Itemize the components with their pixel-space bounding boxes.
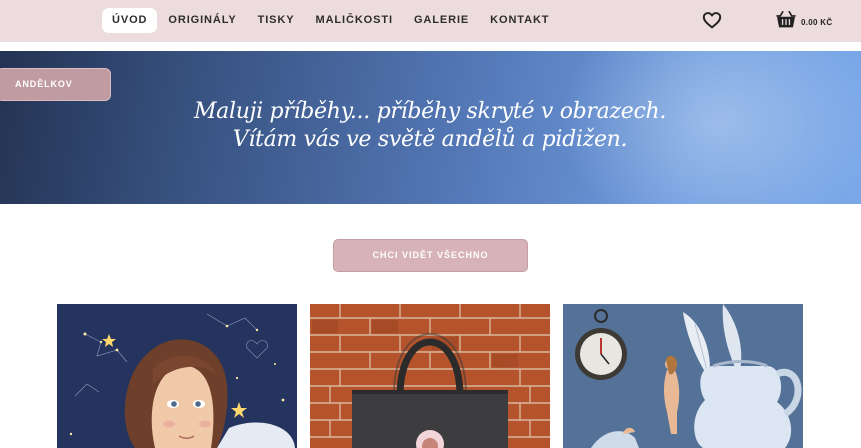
cart-button[interactable]: 0.00 KČ	[776, 11, 832, 34]
nav-item-originaly[interactable]: ORIGINÁLY	[158, 8, 246, 33]
header-spacer	[0, 42, 861, 51]
product-card-still-life-painting[interactable]	[563, 304, 803, 448]
basket-icon	[776, 11, 796, 34]
angel-painting-image	[57, 304, 297, 448]
nav-item-tisky[interactable]: TISKY	[248, 8, 305, 33]
tote-bag-image	[310, 304, 550, 448]
product-card-tote-bag[interactable]	[310, 304, 550, 448]
show-all-button[interactable]: CHCI VIDĚT VŠECHNO	[333, 239, 528, 272]
cart-total: 0.00 KČ	[801, 18, 833, 27]
hero-slogan-line-2: Vítám vás ve světě andělů a pidižen.	[232, 127, 628, 152]
top-navigation-bar: ÚVOD ORIGINÁLY TISKY MALIČKOSTI GALERIE …	[0, 0, 861, 42]
hero-slogan: Maluji příběhy... příběhy skryté v obraz…	[180, 98, 680, 154]
nav-item-malickosti[interactable]: MALIČKOSTI	[306, 8, 403, 33]
product-card-angel-painting[interactable]	[57, 304, 297, 448]
nav-item-uvod[interactable]: ÚVOD	[102, 8, 158, 33]
heart-icon[interactable]	[702, 11, 722, 29]
nav-item-kontakt[interactable]: KONTAKT	[480, 8, 559, 33]
hero-slogan-line-1: Maluji příběhy... příběhy skryté v obraz…	[193, 99, 667, 124]
main-menu: ÚVOD ORIGINÁLY TISKY MALIČKOSTI GALERIE …	[102, 8, 560, 33]
brand-tag-andelkov[interactable]: ANDĚLKOV	[0, 68, 111, 101]
hero-banner: ANDĚLKOV Maluji příběhy... příběhy skryt…	[0, 51, 861, 204]
nav-item-galerie[interactable]: GALERIE	[404, 8, 479, 33]
still-life-painting-image	[563, 304, 803, 448]
